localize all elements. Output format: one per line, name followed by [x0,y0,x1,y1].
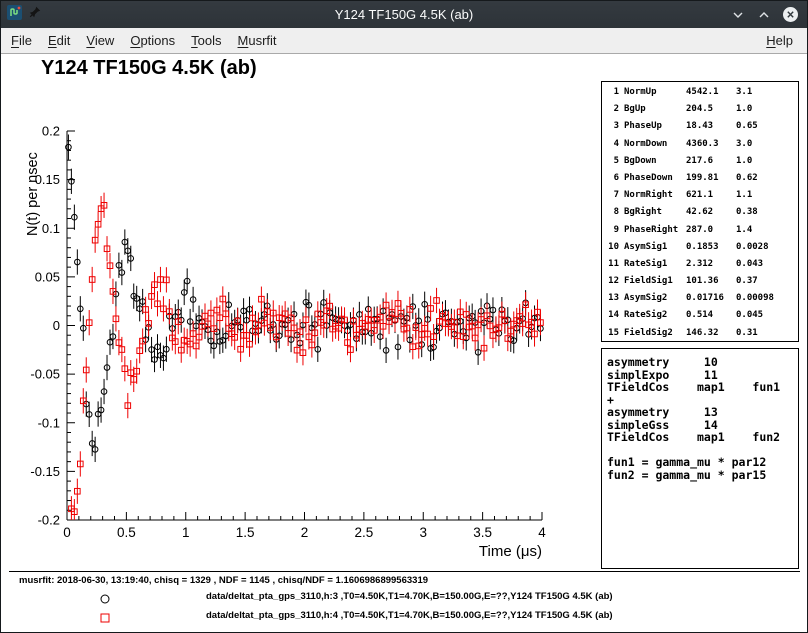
legend-row-2: data/deltat_pta_gps_3110,h:4 ,T0=4.50K,T… [1,610,807,626]
menu-view[interactable]: View [78,29,122,52]
theory-box[interactable]: asymmetry 10simplExpo 11TFieldCos map1 f… [601,348,799,569]
svg-text:0.2: 0.2 [42,124,60,139]
menu-options[interactable]: Options [122,29,183,52]
svg-text:-0.1: -0.1 [38,415,60,430]
data-series-circle [66,134,544,462]
param-row: 4NormDown4360.33.0 [602,136,798,153]
svg-text:3: 3 [419,525,427,540]
window-title: Y124 TF150G 4.5K (ab) [1,7,807,22]
svg-text:0.1: 0.1 [42,221,60,236]
svg-text:Time (μs): Time (μs) [479,543,542,560]
param-row: 7NormRight621.11.1 [602,187,798,204]
svg-text:N(t) per nsec: N(t) per nsec [25,152,41,236]
app-icon[interactable] [7,5,22,25]
svg-text:-0.05: -0.05 [30,367,60,382]
param-row: 9PhaseRight287.01.4 [602,222,798,239]
fit-stats: musrfit: 2018-06-30, 13:19:40, chisq = 1… [19,575,428,586]
param-row: 2BgUp204.51.0 [602,101,798,118]
pin-icon[interactable] [28,5,42,24]
minimize-button[interactable] [729,6,747,24]
svg-text:1.5: 1.5 [236,525,255,540]
legend-label-2: data/deltat_pta_gps_3110,h:4 ,T0=4.50K,T… [206,610,613,621]
svg-text:2.5: 2.5 [354,525,373,540]
plot[interactable]: -0.2-0.15-0.1-0.0500.050.10.150.200.511.… [1,86,601,566]
menu-musrfit[interactable]: Musrfit [230,29,285,52]
svg-text:0: 0 [63,525,71,540]
param-row: 10AsymSig10.18530.0028 [602,239,798,256]
param-row: 14RateSig20.5140.045 [602,307,798,324]
footer-divider [9,571,800,572]
menu-help[interactable]: Help [758,29,801,52]
close-button[interactable] [781,6,799,24]
root-canvas[interactable]: Y124 TF150G 4.5K (ab) -0.2 -0.15 -0.1 -0.05… [1,54,807,632]
param-row: 6PhaseDown199.810.62 [602,170,798,187]
svg-text:0.05: 0.05 [35,269,60,284]
svg-text:0: 0 [53,318,60,333]
musrview-window: Y124 TF150G 4.5K (ab) File Edit View Opt… [0,0,808,633]
svg-text:-0.2: -0.2 [38,513,60,528]
legend-marker-square [97,610,113,631]
param-row: 3PhaseUp18.430.65 [602,118,798,135]
param-row: 12FieldSig1101.360.37 [602,273,798,290]
svg-text:1: 1 [182,525,190,540]
svg-text:3.5: 3.5 [473,525,492,540]
parameters-box[interactable]: 1NormUp4542.13.12BgUp204.51.03PhaseUp18.… [601,81,799,342]
param-row: 1NormUp4542.13.1 [602,84,798,101]
menu-file[interactable]: File [3,29,40,52]
param-row: 11RateSig12.3120.043 [602,256,798,273]
menu-edit[interactable]: Edit [40,29,78,52]
theory-line: asymmetry 13 [607,406,798,419]
theory-line: asymmetry 10 [607,356,798,369]
theory-line: fun2 = gamma_mu * par15 [607,469,798,482]
param-row: 15FieldSig2146.320.31 [602,325,798,342]
menu-tools[interactable]: Tools [183,29,229,52]
param-row: 13AsymSig20.017160.00098 [602,290,798,307]
legend-row-1: data/deltat_pta_gps_3110,h:3 ,T0=4.50K,T… [1,591,807,607]
svg-text:2: 2 [301,525,309,540]
svg-text:-0.15: -0.15 [30,464,60,479]
menubar: File Edit View Options Tools Musrfit Hel… [1,28,807,54]
data-series-square [69,193,544,520]
theory-line: fun1 = gamma_mu * par12 [607,456,798,469]
param-row: 5BgDown217.61.0 [602,153,798,170]
plot-title: Y124 TF150G 4.5K (ab) [41,57,257,80]
param-row: 8BgRight42.620.38 [602,204,798,221]
theory-line: TFieldCos map1 fun2 [607,431,798,444]
legend-marker-circle [97,591,113,612]
theory-line: TFieldCos map1 fun1 [607,381,798,394]
svg-text:0.5: 0.5 [117,525,136,540]
titlebar[interactable]: Y124 TF150G 4.5K (ab) [1,1,807,28]
legend-label-1: data/deltat_pta_gps_3110,h:3 ,T0=4.50K,T… [206,591,613,602]
maximize-button[interactable] [755,6,773,24]
svg-text:4: 4 [538,525,546,540]
